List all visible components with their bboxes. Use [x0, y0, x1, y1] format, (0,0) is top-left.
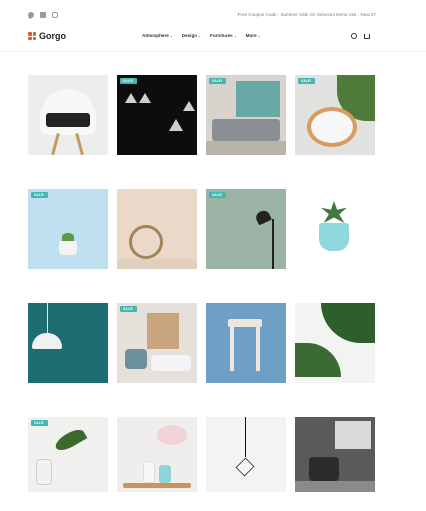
chair-leg	[75, 132, 84, 155]
monstera-leaf	[321, 303, 375, 343]
vase	[143, 461, 155, 483]
site-header: Gorgo Atmosphere⌄ Design⌄ Furnitures⌄ Mo…	[0, 24, 426, 50]
nav-more[interactable]: More⌄	[246, 33, 261, 38]
white-chair	[307, 107, 357, 147]
chevron-down-icon: ⌄	[169, 34, 173, 38]
chair	[125, 349, 147, 369]
logo-text: Gorgo	[39, 31, 66, 41]
product-card[interactable]: SALE!	[117, 75, 197, 155]
pendant-lamp	[125, 93, 137, 103]
rattan-chair	[129, 225, 163, 259]
product-card[interactable]: SALE!	[206, 189, 286, 269]
pendant-lamp	[32, 333, 62, 349]
product-card[interactable]	[206, 417, 286, 492]
sale-badge: SALE!	[298, 78, 315, 84]
pendant-lamp	[183, 101, 195, 111]
sale-badge: SALE!	[120, 78, 137, 84]
shelving	[147, 313, 179, 349]
floor	[117, 259, 197, 269]
instagram-icon[interactable]	[52, 12, 58, 18]
main-nav: Atmosphere⌄ Design⌄ Furnitures⌄ More⌄	[142, 33, 261, 38]
sale-badge: SALE!	[31, 420, 48, 426]
product-card[interactable]: SALE!	[28, 417, 108, 492]
monstera-leaf	[295, 343, 341, 377]
product-card[interactable]: SALE!	[28, 189, 108, 269]
lamp-cord	[245, 417, 246, 457]
product-card[interactable]	[206, 303, 286, 383]
chevron-down-icon: ⌄	[233, 34, 237, 38]
sofa	[151, 355, 191, 371]
product-card[interactable]	[117, 189, 197, 269]
pendant-lamp	[169, 119, 183, 131]
teal-pot	[319, 223, 349, 251]
product-card[interactable]	[295, 189, 375, 269]
user-icon[interactable]	[351, 33, 357, 39]
lamp-cord	[47, 303, 48, 333]
product-card[interactable]: SALE!	[206, 75, 286, 155]
stool-seat	[228, 319, 262, 327]
floor	[295, 481, 375, 492]
chair-leg	[51, 132, 60, 155]
social-links	[27, 11, 58, 19]
facebook-icon[interactable]	[40, 12, 46, 18]
floor	[206, 141, 286, 155]
product-card[interactable]	[295, 303, 375, 383]
window	[335, 421, 371, 449]
sale-badge: SALE!	[209, 78, 226, 84]
header-icons	[351, 33, 370, 39]
palm-leaf	[52, 425, 88, 455]
product-card[interactable]	[295, 417, 375, 492]
logo-icon	[28, 32, 36, 40]
sofa	[212, 119, 280, 141]
chair-seat	[40, 89, 96, 135]
product-card[interactable]	[28, 75, 108, 155]
succulent	[321, 201, 347, 223]
promo-text: Free Coupon Code : Summer Sale On Select…	[237, 12, 376, 17]
logo[interactable]: Gorgo	[28, 31, 66, 41]
nav-atmosphere[interactable]: Atmosphere⌄	[142, 33, 173, 38]
product-card[interactable]	[28, 303, 108, 383]
sale-badge: SALE!	[209, 192, 226, 198]
folded-clothes	[46, 113, 90, 127]
stool-leg	[256, 327, 260, 371]
nav-design[interactable]: Design⌄	[182, 33, 201, 38]
product-card[interactable]: SALE!	[117, 303, 197, 383]
header-divider	[0, 51, 426, 52]
sale-badge: SALE!	[120, 306, 137, 312]
geometric-pendant	[235, 457, 255, 477]
lamp-stand	[272, 219, 274, 269]
glass-vase	[36, 459, 52, 485]
vase	[159, 465, 171, 483]
nav-furnitures[interactable]: Furnitures⌄	[210, 33, 237, 38]
blossom-branch	[157, 425, 187, 445]
twitter-icon[interactable]	[27, 11, 35, 19]
lamp-head	[254, 208, 272, 226]
product-card[interactable]	[117, 417, 197, 492]
product-card[interactable]: SALE!	[295, 75, 375, 155]
chevron-down-icon: ⌄	[198, 34, 202, 38]
armchair	[309, 457, 339, 481]
tray	[123, 483, 191, 488]
sale-badge: SALE!	[31, 192, 48, 198]
stool-leg	[230, 327, 234, 371]
cart-icon[interactable]	[364, 34, 370, 39]
pot	[59, 241, 77, 255]
pendant-lamp	[139, 93, 151, 103]
wall-art	[236, 81, 280, 117]
plant	[62, 233, 74, 241]
chevron-down-icon: ⌄	[257, 34, 261, 38]
